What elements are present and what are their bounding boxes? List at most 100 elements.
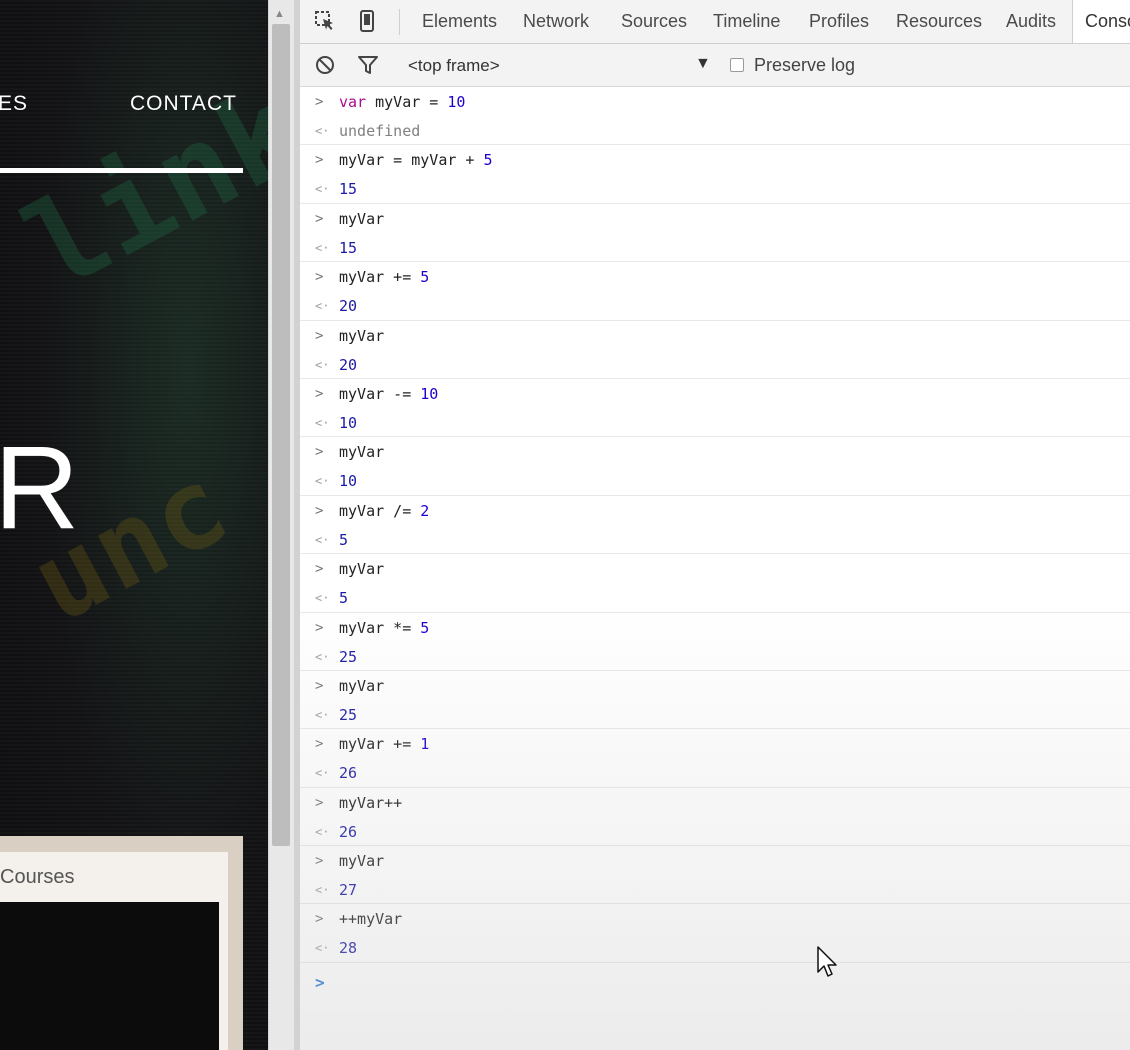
console-result-line: <· 5 bbox=[300, 531, 1130, 553]
console-entry: > ++myVar <· 28 bbox=[300, 904, 1130, 963]
console-command-text[interactable]: myVar += 5 bbox=[339, 268, 429, 286]
console-command-text[interactable]: var myVar = 10 bbox=[339, 93, 465, 111]
console-command-line: > myVar += 5 bbox=[300, 268, 1130, 290]
console-result-text[interactable]: 26 bbox=[339, 764, 357, 782]
result-arrow-icon: <· bbox=[315, 299, 330, 314]
console-result-text[interactable]: 5 bbox=[339, 589, 348, 607]
tab-audits[interactable]: Audits bbox=[1006, 11, 1056, 32]
command-prompt-icon: > bbox=[315, 561, 324, 578]
preserve-log-checkbox[interactable] bbox=[730, 58, 744, 72]
console-entry: > myVar /= 2 <· 5 bbox=[300, 496, 1130, 555]
devtools-panel: Elements Network Sources Timeline Profil… bbox=[300, 0, 1130, 1050]
filter-icon[interactable] bbox=[357, 54, 379, 81]
console-result-line: <· 5 bbox=[300, 589, 1130, 611]
mouse-cursor-icon bbox=[817, 946, 837, 977]
result-arrow-icon: <· bbox=[315, 415, 330, 430]
console-command-text[interactable]: myVar++ bbox=[339, 794, 402, 812]
result-arrow-icon: <· bbox=[315, 591, 330, 606]
console-command-text[interactable]: myVar bbox=[339, 560, 384, 578]
console-result-text[interactable]: 25 bbox=[339, 706, 357, 724]
result-arrow-icon: <· bbox=[315, 124, 330, 138]
dropdown-triangle-icon: ▼ bbox=[695, 55, 711, 72]
console-command-text[interactable]: myVar bbox=[339, 443, 384, 461]
command-prompt-icon: > bbox=[315, 269, 324, 286]
console-input[interactable]: > bbox=[300, 967, 1130, 1050]
console-command-line: > myVar -= 10 bbox=[300, 385, 1130, 407]
result-arrow-icon: <· bbox=[315, 240, 330, 255]
command-prompt-icon: > bbox=[315, 502, 324, 519]
console-result-text[interactable]: 5 bbox=[339, 531, 348, 549]
inspect-element-icon[interactable] bbox=[314, 10, 336, 32]
console-command-line: > var myVar = 10 bbox=[300, 93, 1130, 115]
console-command-line: > myVar bbox=[300, 677, 1130, 699]
console-filter-bar: <top frame> ▼ Preserve log bbox=[300, 44, 1130, 87]
webpage-viewport: link unc ES CONTACT R Courses bbox=[0, 0, 268, 1050]
courses-video-thumbnail[interactable] bbox=[0, 902, 219, 1050]
console-result-text[interactable]: 20 bbox=[339, 356, 357, 374]
console-result-line: <· 25 bbox=[300, 648, 1130, 670]
console-command-text[interactable]: myVar = myVar + 5 bbox=[339, 151, 493, 169]
scroll-up-arrow-icon[interactable]: ▲ bbox=[274, 8, 285, 20]
console-result-text[interactable]: 20 bbox=[339, 297, 357, 315]
console-result-line: <· 15 bbox=[300, 180, 1130, 202]
console-result-text[interactable]: 26 bbox=[339, 823, 357, 841]
clear-console-icon[interactable] bbox=[314, 54, 336, 81]
console-result-line: <· 20 bbox=[300, 297, 1130, 319]
result-arrow-icon: <· bbox=[315, 824, 330, 839]
console-result-text[interactable]: 10 bbox=[339, 472, 357, 490]
console-result-line: <· 15 bbox=[300, 239, 1130, 261]
console-result-line: <· 25 bbox=[300, 706, 1130, 728]
console-command-text[interactable]: myVar += 1 bbox=[339, 735, 429, 753]
nav-link-truncated[interactable]: ES bbox=[0, 92, 28, 116]
result-arrow-icon: <· bbox=[315, 707, 330, 722]
console-result-text[interactable]: undefined bbox=[339, 122, 420, 140]
console-result-text[interactable]: 27 bbox=[339, 881, 357, 899]
console-command-text[interactable]: myVar bbox=[339, 677, 384, 695]
command-prompt-icon: > bbox=[315, 911, 324, 928]
frame-context-select[interactable]: <top frame> ▼ bbox=[408, 55, 711, 77]
console-command-text[interactable]: myVar -= 10 bbox=[339, 385, 438, 403]
console-command-text[interactable]: myVar *= 5 bbox=[339, 619, 429, 637]
console-command-text[interactable]: myVar bbox=[339, 327, 384, 345]
console-entry: > myVar <· 27 bbox=[300, 846, 1130, 905]
command-prompt-icon: > bbox=[315, 794, 324, 811]
courses-label: Courses bbox=[0, 866, 75, 888]
command-prompt-icon: > bbox=[315, 210, 324, 227]
console-command-text[interactable]: ++myVar bbox=[339, 910, 402, 928]
devtools-toolbar: Elements Network Sources Timeline Profil… bbox=[300, 0, 1130, 44]
preserve-log-label: Preserve log bbox=[754, 55, 856, 75]
device-mode-icon[interactable] bbox=[356, 10, 378, 32]
nav-link-contact[interactable]: CONTACT bbox=[130, 92, 237, 116]
console-result-line: <· 10 bbox=[300, 414, 1130, 436]
console-result-text[interactable]: 28 bbox=[339, 939, 357, 957]
console-messages: > var myVar = 10 <· undefined > myVar = myVar… bbox=[300, 87, 1130, 967]
command-prompt-icon: > bbox=[315, 152, 324, 169]
console-result-line: <· undefined bbox=[300, 122, 1130, 144]
console-entry: > myVar += 5 <· 20 bbox=[300, 262, 1130, 321]
tab-resources[interactable]: Resources bbox=[896, 11, 982, 32]
console-result-text[interactable]: 10 bbox=[339, 414, 357, 432]
command-prompt-icon: > bbox=[315, 853, 324, 870]
console-result-text[interactable]: 25 bbox=[339, 648, 357, 666]
tab-timeline[interactable]: Timeline bbox=[713, 11, 780, 32]
console-command-line: > myVar++ bbox=[300, 794, 1130, 816]
console-result-line: <· 28 bbox=[300, 939, 1130, 961]
tab-network[interactable]: Network bbox=[523, 11, 589, 32]
console-result-line: <· 26 bbox=[300, 764, 1130, 786]
console-command-text[interactable]: myVar /= 2 bbox=[339, 502, 429, 520]
console-command-line: > myVar bbox=[300, 560, 1130, 582]
console-result-line: <· 26 bbox=[300, 823, 1130, 845]
tab-profiles[interactable]: Profiles bbox=[809, 11, 869, 32]
tab-sources[interactable]: Sources bbox=[621, 11, 687, 32]
console-command-text[interactable]: myVar bbox=[339, 852, 384, 870]
page-scrollbar-thumb[interactable] bbox=[272, 24, 290, 846]
nav-underline bbox=[0, 168, 243, 173]
console-result-text[interactable]: 15 bbox=[339, 239, 357, 257]
console-command-line: > myVar bbox=[300, 852, 1130, 874]
tab-elements[interactable]: Elements bbox=[422, 11, 497, 32]
console-command-text[interactable]: myVar bbox=[339, 210, 384, 228]
frame-context-value: <top frame> bbox=[408, 56, 500, 75]
tab-console[interactable]: Console bbox=[1072, 0, 1130, 43]
console-result-text[interactable]: 15 bbox=[339, 180, 357, 198]
command-prompt-icon: > bbox=[315, 444, 324, 461]
